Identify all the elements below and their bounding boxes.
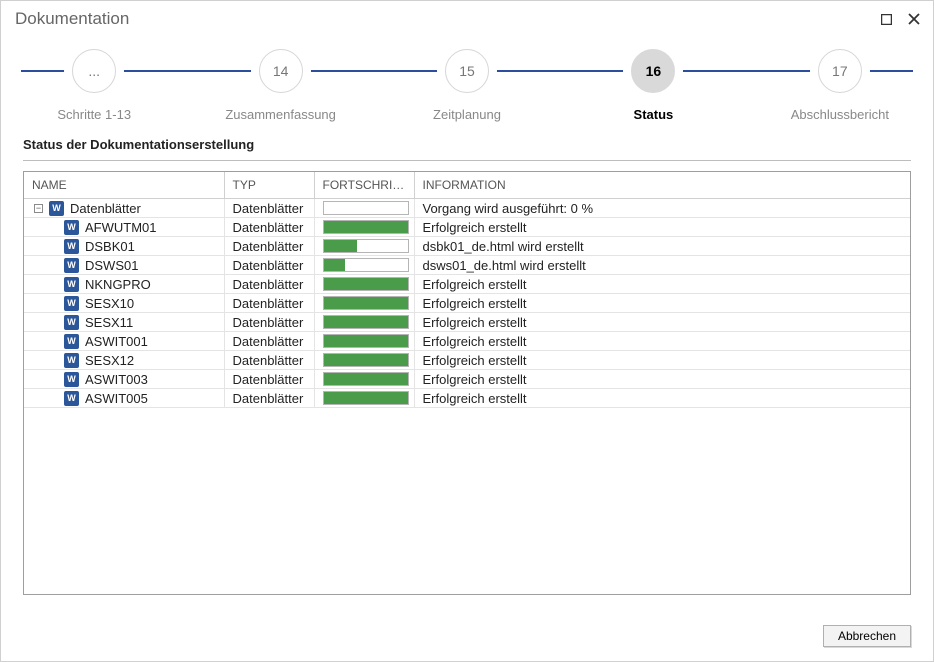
progress-bar: [323, 353, 409, 367]
row-type: Datenblätter: [224, 332, 314, 351]
row-type: Datenblätter: [224, 313, 314, 332]
wizard-stepper: ... Schritte 1-13 14 Zusammenfassung 15 Zeitp…: [1, 37, 933, 133]
row-name: DSWS01: [85, 258, 138, 273]
table-row[interactable]: W AFWUTM01 Datenblätter Erfolgreich erstell…: [24, 218, 910, 237]
section-divider: [23, 160, 911, 161]
col-header-information[interactable]: INFORMATION: [414, 172, 910, 199]
word-document-icon: W: [64, 296, 79, 311]
table-row[interactable]: W SESX10 Datenblätter Erfolgreich erstellt: [24, 294, 910, 313]
word-document-icon: W: [64, 353, 79, 368]
row-information: Erfolgreich erstellt: [414, 313, 910, 332]
step-label: Schritte 1-13: [1, 107, 187, 122]
row-name: NKNGPRO: [85, 277, 151, 292]
col-header-name[interactable]: NAME: [24, 172, 224, 199]
wizard-step[interactable]: 14 Zusammenfassung: [187, 49, 373, 122]
row-name: SESX10: [85, 296, 134, 311]
grid-header-row: NAME TYP FORTSCHRITT IN... INFORMATION: [24, 172, 910, 199]
tree-collapse-icon[interactable]: −: [34, 204, 43, 213]
table-row[interactable]: W DSBK01 Datenblätter dsbk01_de.html wird e…: [24, 237, 910, 256]
table-row[interactable]: W ASWIT003 Datenblätter Erfolgreich erstell…: [24, 370, 910, 389]
row-name: Datenblätter: [70, 201, 141, 216]
step-number: 15: [445, 49, 489, 93]
progress-bar: [323, 277, 409, 291]
row-name: ASWIT001: [85, 334, 148, 349]
dialog-footer: Abbrechen: [823, 625, 911, 647]
step-number: 17: [818, 49, 862, 93]
table-row[interactable]: W SESX12 Datenblätter Erfolgreich erstellt: [24, 351, 910, 370]
row-information: Erfolgreich erstellt: [414, 389, 910, 408]
progress-bar: [323, 201, 409, 215]
row-information: Erfolgreich erstellt: [414, 332, 910, 351]
wizard-step[interactable]: ... Schritte 1-13: [1, 49, 187, 122]
word-document-icon: W: [64, 315, 79, 330]
progress-bar: [323, 258, 409, 272]
row-information: Erfolgreich erstellt: [414, 370, 910, 389]
section-title: Status der Dokumentationserstellung: [23, 137, 911, 152]
step-number: 16: [631, 49, 675, 93]
row-information: Erfolgreich erstellt: [414, 351, 910, 370]
step-number: 14: [259, 49, 303, 93]
maximize-icon[interactable]: [877, 10, 895, 28]
row-information: Erfolgreich erstellt: [414, 218, 910, 237]
row-information: dsws01_de.html wird erstellt: [414, 256, 910, 275]
table-row[interactable]: W DSWS01 Datenblätter dsws01_de.html wird e…: [24, 256, 910, 275]
row-name: SESX11: [85, 315, 133, 330]
row-information: dsbk01_de.html wird erstellt: [414, 237, 910, 256]
row-type: Datenblätter: [224, 256, 314, 275]
word-document-icon: W: [64, 372, 79, 387]
word-document-icon: W: [64, 239, 79, 254]
table-row[interactable]: W ASWIT005 Datenblätter Erfolgreich erstell…: [24, 389, 910, 408]
step-label: Zeitplanung: [374, 107, 560, 122]
row-name: ASWIT003: [85, 372, 148, 387]
progress-bar: [323, 334, 409, 348]
step-label: Status: [560, 107, 746, 122]
row-name: DSBK01: [85, 239, 135, 254]
row-name: AFWUTM01: [85, 220, 157, 235]
table-row[interactable]: W SESX11 Datenblätter Erfolgreich erstellt: [24, 313, 910, 332]
row-type: Datenblätter: [224, 199, 314, 218]
row-name: SESX12: [85, 353, 134, 368]
word-document-icon: W: [64, 334, 79, 349]
table-row[interactable]: W ASWIT001 Datenblätter Erfolgreich erstell…: [24, 332, 910, 351]
step-number: ...: [72, 49, 116, 93]
row-type: Datenblätter: [224, 389, 314, 408]
word-document-icon: W: [49, 201, 64, 216]
row-information: Erfolgreich erstellt: [414, 275, 910, 294]
table-row[interactable]: −W Datenblätter Datenblätter Vorgang wird a…: [24, 199, 910, 218]
row-information: Vorgang wird ausgeführt: 0 %: [414, 199, 910, 218]
row-type: Datenblätter: [224, 351, 314, 370]
progress-bar: [323, 315, 409, 329]
window-title: Dokumentation: [15, 9, 867, 29]
row-information: Erfolgreich erstellt: [414, 294, 910, 313]
word-document-icon: W: [64, 220, 79, 235]
row-type: Datenblätter: [224, 370, 314, 389]
word-document-icon: W: [64, 258, 79, 273]
wizard-step[interactable]: 15 Zeitplanung: [374, 49, 560, 122]
titlebar: Dokumentation: [1, 1, 933, 37]
dialog-window: Dokumentation ... Schritte 1-13 14 Zusammen…: [0, 0, 934, 662]
progress-bar: [323, 296, 409, 310]
col-header-progress[interactable]: FORTSCHRITT IN...: [314, 172, 414, 199]
step-label: Zusammenfassung: [187, 107, 373, 122]
wizard-step[interactable]: 17 Abschlussbericht: [747, 49, 933, 122]
row-type: Datenblätter: [224, 218, 314, 237]
cancel-button[interactable]: Abbrechen: [823, 625, 911, 647]
row-type: Datenblätter: [224, 294, 314, 313]
word-document-icon: W: [64, 391, 79, 406]
progress-bar: [323, 239, 409, 253]
close-icon[interactable]: [905, 10, 923, 28]
status-grid: NAME TYP FORTSCHRITT IN... INFORMATION −…: [23, 171, 911, 595]
row-type: Datenblätter: [224, 275, 314, 294]
wizard-step[interactable]: 16 Status: [560, 49, 746, 122]
word-document-icon: W: [64, 277, 79, 292]
progress-bar: [323, 372, 409, 386]
table-row[interactable]: W NKNGPRO Datenblätter Erfolgreich erstellt: [24, 275, 910, 294]
row-name: ASWIT005: [85, 391, 148, 406]
row-type: Datenblätter: [224, 237, 314, 256]
col-header-type[interactable]: TYP: [224, 172, 314, 199]
progress-bar: [323, 391, 409, 405]
progress-bar: [323, 220, 409, 234]
step-label: Abschlussbericht: [747, 107, 933, 122]
